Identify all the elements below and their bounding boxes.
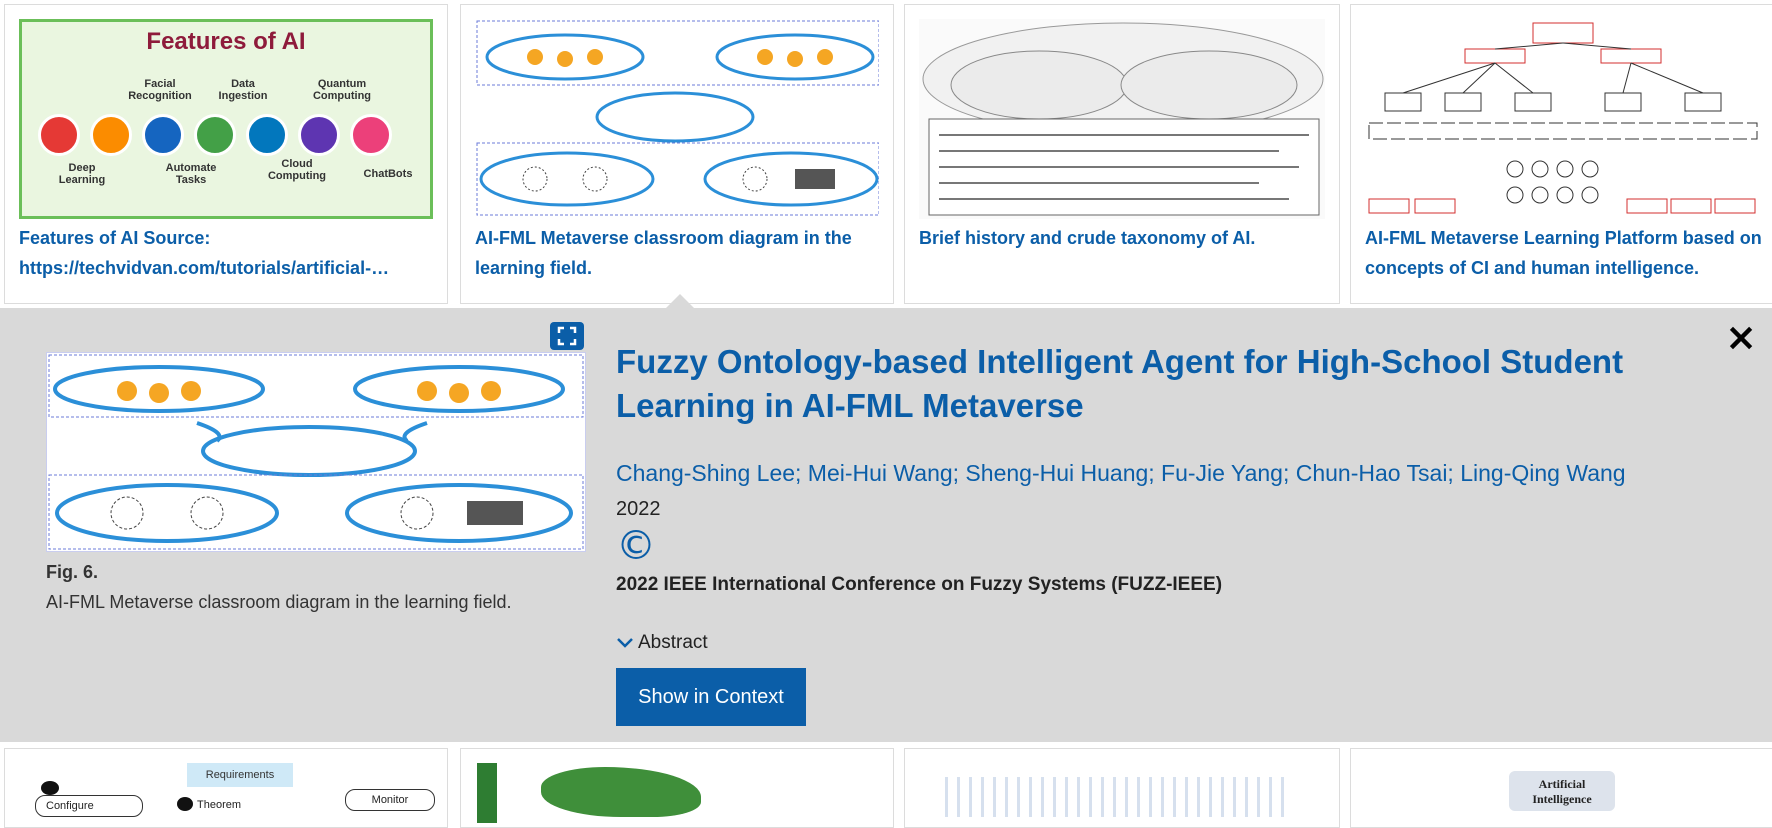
result-card[interactable]: Artificial Intelligence xyxy=(1350,748,1772,828)
circle-icon xyxy=(298,114,340,156)
figure-label: Fig. 6. xyxy=(46,562,99,582)
thumb-monitor: Monitor xyxy=(345,789,435,811)
fullscreen-button[interactable] xyxy=(550,322,584,350)
result-card-metaverse-classroom[interactable]: AI-FML Metaverse classroom diagram in th… xyxy=(460,4,894,304)
thumbnail-metaverse-classroom[interactable] xyxy=(475,19,879,219)
circle-icon xyxy=(350,114,392,156)
cloud-diagram-graphic xyxy=(48,354,584,550)
copyright-symbol: © xyxy=(616,523,656,569)
thumb-label-automate: Automate Tasks xyxy=(165,162,217,186)
thumb-label-chatbots: ChatBots xyxy=(363,168,413,180)
result-card-learning-platform[interactable]: AI-FML Metaverse Learning Platform based… xyxy=(1350,4,1772,304)
result-card-history-taxonomy[interactable]: Brief history and crude taxonomy of AI. xyxy=(904,4,1340,304)
result-card-features-of-ai[interactable]: Features of AI Facial Recognition Data I… xyxy=(4,4,448,304)
thumb-label-data: Data Ingestion xyxy=(218,78,268,102)
step-1-icon xyxy=(177,797,193,811)
circle-icon xyxy=(194,114,236,156)
result-card[interactable]: Requirements Configure Theorem Monitor xyxy=(4,748,448,828)
chevron-down-icon xyxy=(617,638,633,648)
thumb-heading: Features of AI xyxy=(146,28,306,55)
circle-icon xyxy=(246,114,288,156)
network-graphic xyxy=(945,777,1285,817)
conference-name: 2022 IEEE International Conference on Fu… xyxy=(616,574,1223,595)
thumb-theorem: Theorem xyxy=(197,799,242,811)
thumb-requirements: Requirements xyxy=(187,763,293,787)
tree-diagram-graphic xyxy=(1368,22,1758,214)
step-2-icon xyxy=(41,781,59,795)
authors-list[interactable]: Chang-Shing Lee; Mei-Hui Wang; Sheng-Hui… xyxy=(616,460,1626,487)
green-bar-graphic xyxy=(477,763,497,823)
result-caption[interactable]: Features of AI Source: https://techvidva… xyxy=(19,223,437,283)
result-caption[interactable]: AI-FML Metaverse Learning Platform based… xyxy=(1365,223,1763,283)
thumb-ai-label: Artificial Intelligence xyxy=(1509,771,1615,811)
taxonomy-graphic xyxy=(922,22,1324,216)
result-caption[interactable]: AI-FML Metaverse classroom diagram in th… xyxy=(475,223,883,283)
close-icon: × xyxy=(1725,315,1757,359)
circle-icon xyxy=(90,114,132,156)
abstract-label: Abstract xyxy=(638,632,708,653)
thumb-configure: Configure xyxy=(35,795,143,817)
figure-caption: AI-FML Metaverse classroom diagram in th… xyxy=(46,592,512,612)
thumb-label-deep: Deep Learning xyxy=(58,162,106,186)
thumbnail-features-of-ai[interactable]: Features of AI Facial Recognition Data I… xyxy=(19,19,433,219)
cloud-diagram-graphic xyxy=(476,20,879,216)
thumbnail-history-taxonomy[interactable] xyxy=(919,19,1325,219)
figure-image[interactable] xyxy=(46,352,586,552)
circle-icon xyxy=(142,114,184,156)
result-card[interactable] xyxy=(460,748,894,828)
thumb-label-quantum: Quantum Computing xyxy=(312,78,372,102)
circle-icon xyxy=(38,114,80,156)
thumb-circles xyxy=(38,114,418,156)
show-in-context-button[interactable]: Show in Context xyxy=(616,668,806,726)
article-title[interactable]: Fuzzy Ontology-based Intelligent Agent f… xyxy=(616,340,1696,428)
thumb-label-cloud: Cloud Computing xyxy=(267,158,327,182)
thumbnail-learning-platform[interactable] xyxy=(1365,19,1759,219)
close-button[interactable]: × xyxy=(1724,315,1758,359)
panel-pointer xyxy=(666,294,694,308)
publication-year: 2022 xyxy=(616,498,661,520)
map-graphic xyxy=(541,767,701,817)
thumb-label-facial: Facial Recognition xyxy=(128,78,192,102)
copyright-icon: © xyxy=(616,526,656,566)
result-caption[interactable]: Brief history and crude taxonomy of AI. xyxy=(919,223,1329,253)
result-card[interactable] xyxy=(904,748,1340,828)
abstract-toggle[interactable]: Abstract xyxy=(616,632,708,654)
fullscreen-icon xyxy=(557,326,577,346)
